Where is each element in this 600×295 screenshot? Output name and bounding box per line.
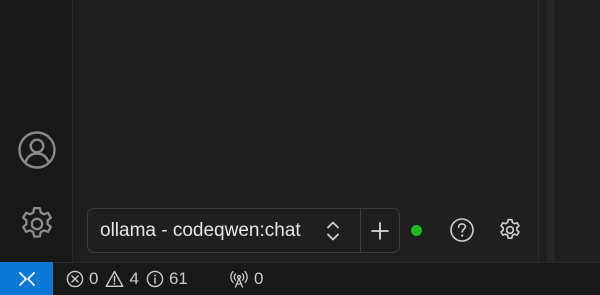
activity-bar <box>0 0 73 262</box>
help-circle-icon <box>450 218 474 242</box>
error-count: 0 <box>89 269 99 288</box>
gear-icon <box>500 218 520 239</box>
model-selector-label: ollama - codeqwen:chat <box>100 220 301 241</box>
panel-divider <box>553 0 554 262</box>
window: ollama - codeqwen:chat 0 4 61 0 <box>0 0 600 295</box>
connection-status-indicator <box>411 225 422 236</box>
gear-icon[interactable] <box>16 203 58 245</box>
info-icon <box>146 270 164 287</box>
info-count: 61 <box>168 269 188 288</box>
chat-settings-button[interactable] <box>496 216 524 244</box>
problems-status[interactable]: 0 4 61 <box>66 263 188 294</box>
account-icon[interactable] <box>16 129 58 171</box>
warning-icon <box>105 270 124 287</box>
status-bar: 0 4 61 0 <box>0 262 600 295</box>
warning-count: 4 <box>129 269 139 288</box>
chevron-up-down-icon <box>325 219 341 243</box>
model-selector[interactable]: ollama - codeqwen:chat <box>87 208 400 253</box>
broadcast-icon <box>230 270 248 288</box>
remote-icon <box>18 271 35 286</box>
panel-divider <box>538 0 539 262</box>
help-button[interactable] <box>448 216 476 244</box>
plus-icon <box>371 221 389 240</box>
ports-count: 0 <box>254 269 264 288</box>
ports-status[interactable]: 0 <box>229 263 263 294</box>
error-icon <box>66 270 84 287</box>
remote-button[interactable] <box>0 262 53 295</box>
add-model-button[interactable] <box>361 209 399 252</box>
